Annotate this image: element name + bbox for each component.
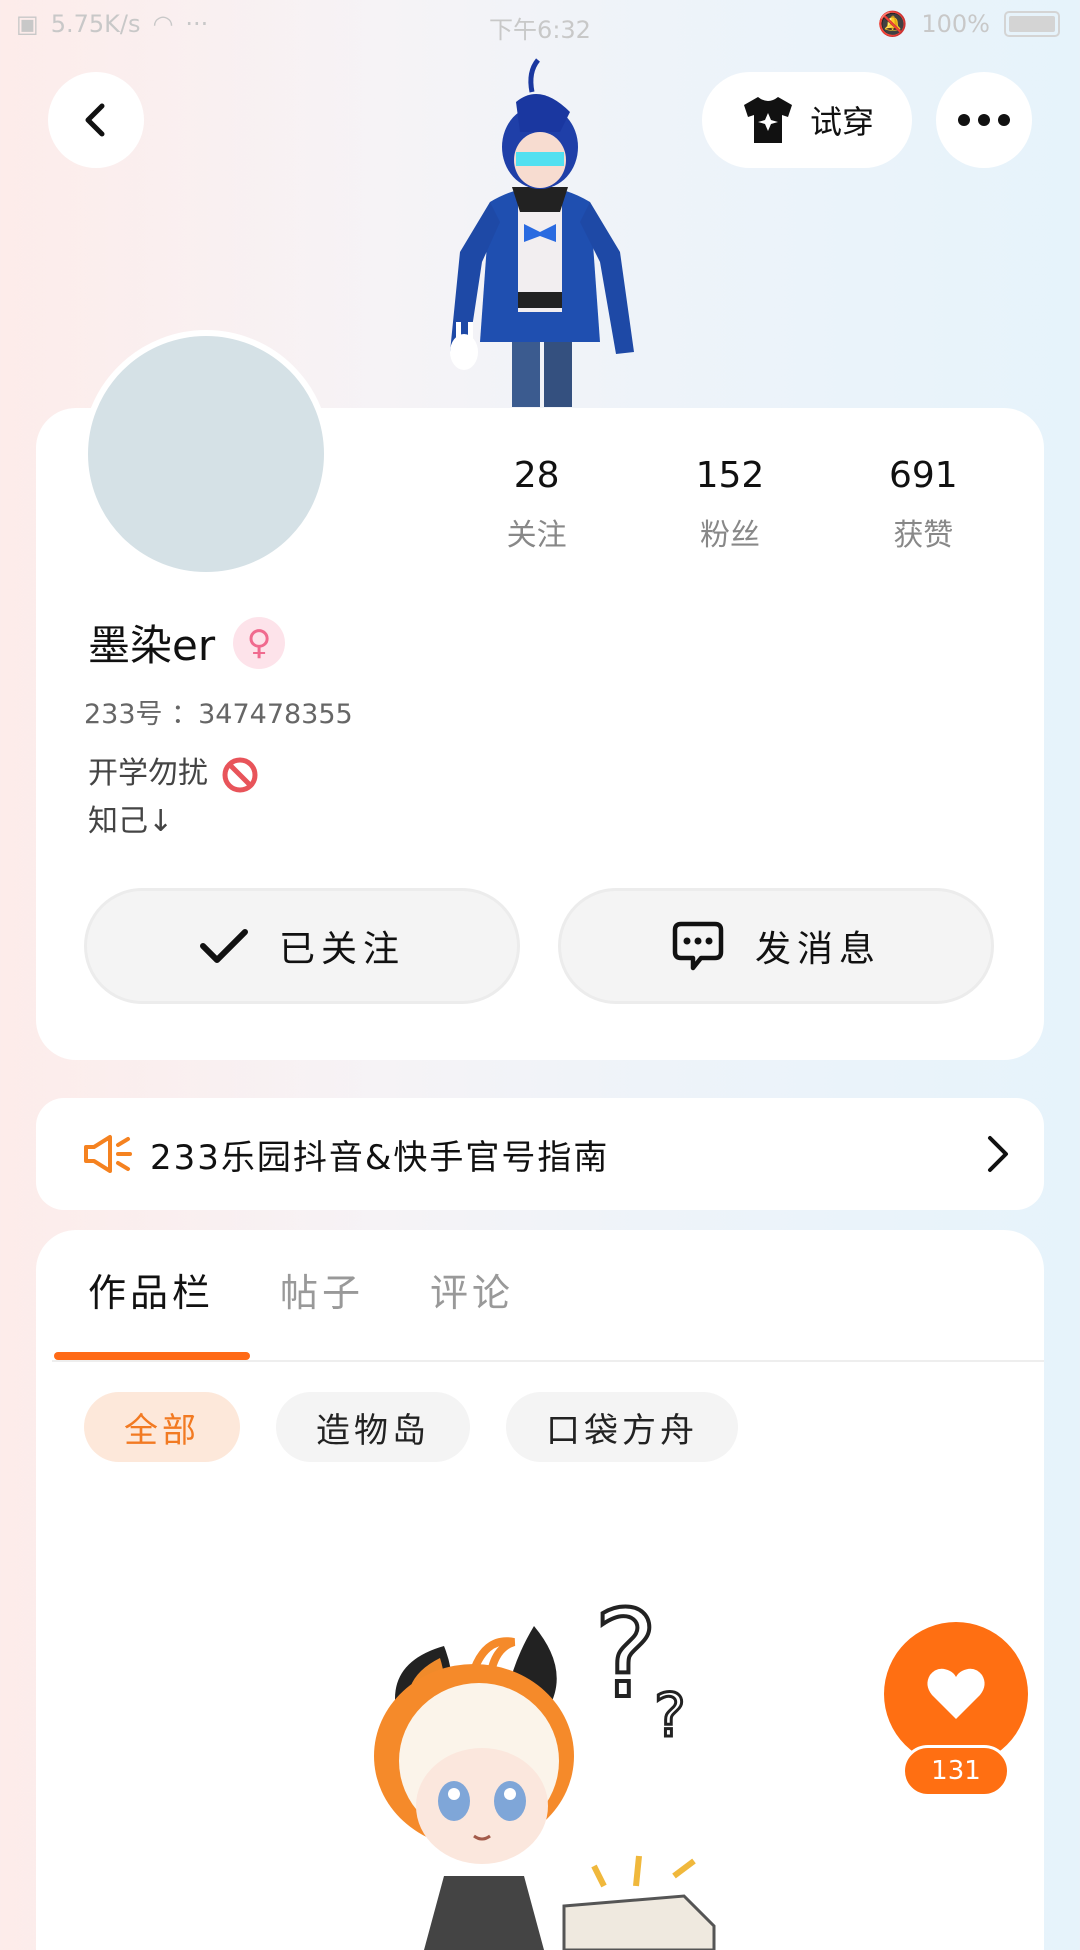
announcement-bar[interactable]: 233乐园抖音&快手官号指南 bbox=[36, 1098, 1044, 1210]
tshirt-icon bbox=[743, 97, 792, 143]
heart-icon bbox=[927, 1668, 985, 1719]
filter-all[interactable]: 全部 bbox=[84, 1392, 240, 1462]
bio-line-1: 开学勿扰 bbox=[88, 756, 208, 791]
filter-pocket-ark[interactable]: 口袋方舟 bbox=[506, 1392, 738, 1462]
no-entry-icon bbox=[222, 757, 258, 792]
chevron-right-icon bbox=[988, 1136, 1008, 1172]
followers-count: 152 bbox=[695, 455, 765, 496]
tab-works[interactable]: 作品栏 bbox=[88, 1262, 214, 1317]
profile-stats: 28 关注 152 粉丝 691 获赞 bbox=[440, 455, 1020, 554]
username: 墨染er bbox=[88, 621, 216, 670]
bio: 开学勿扰 知己↓ bbox=[88, 750, 258, 846]
megaphone-icon bbox=[84, 1135, 132, 1173]
followed-button[interactable]: 已关注 bbox=[84, 888, 520, 1004]
following-count: 28 bbox=[513, 455, 560, 496]
try-on-button[interactable]: 试穿 bbox=[702, 72, 912, 168]
tab-comments[interactable]: 评论 bbox=[430, 1262, 514, 1317]
more-options-button[interactable] bbox=[936, 72, 1032, 168]
chat-bubble-icon bbox=[672, 921, 724, 971]
battery-icon bbox=[1004, 11, 1060, 37]
send-message-label: 发消息 bbox=[754, 929, 881, 970]
following-stat[interactable]: 28 关注 bbox=[440, 455, 633, 554]
empty-state-illustration: ? ? bbox=[374, 1586, 716, 1950]
likes-label: 获赞 bbox=[893, 518, 954, 553]
try-on-label: 试穿 bbox=[809, 103, 874, 141]
bio-line-2: 知己↓ bbox=[88, 804, 174, 839]
filter-creation-island[interactable]: 造物岛 bbox=[276, 1392, 470, 1462]
avatar[interactable] bbox=[82, 330, 330, 578]
followers-label: 粉丝 bbox=[699, 518, 760, 553]
likes-stat[interactable]: 691 获赞 bbox=[827, 455, 1020, 554]
user-id[interactable]: 233号 ：347478355 bbox=[84, 692, 353, 731]
filter-chips: 全部 造物岛 口袋方舟 bbox=[84, 1392, 738, 1462]
active-tab-indicator bbox=[54, 1352, 250, 1360]
svg-text:?: ? bbox=[654, 1681, 686, 1751]
status-bar: ▣ 5.75K/s ◠ ··· 下午6:32 🔕 100% bbox=[0, 0, 1080, 52]
followers-stat[interactable]: 152 粉丝 bbox=[633, 455, 826, 554]
tab-divider bbox=[52, 1360, 1044, 1362]
send-message-button[interactable]: 发消息 bbox=[558, 888, 994, 1004]
back-button[interactable] bbox=[48, 72, 144, 168]
tab-posts[interactable]: 帖子 bbox=[280, 1262, 364, 1317]
checkmark-icon bbox=[199, 929, 248, 963]
announcement-text: 233乐园抖音&快手官号指南 bbox=[150, 1137, 610, 1178]
following-label: 关注 bbox=[506, 518, 567, 553]
chevron-left-icon bbox=[85, 103, 105, 137]
content-tabs: 作品栏 帖子 评论 bbox=[88, 1262, 514, 1317]
mute-bell-icon: 🔕 bbox=[877, 10, 908, 38]
female-gender-icon: ♀ bbox=[233, 616, 286, 669]
svg-text:?: ? bbox=[594, 1586, 658, 1725]
followed-label: 已关注 bbox=[278, 929, 405, 970]
battery-percent: 100% bbox=[921, 10, 990, 38]
like-count-badge: 131 bbox=[902, 1745, 1010, 1797]
works-panel: 作品栏 帖子 评论 全部 造物岛 口袋方舟 ? ? bbox=[36, 1230, 1044, 1950]
character-avatar-figure[interactable] bbox=[420, 52, 660, 407]
username-row: 墨染er ♀ bbox=[88, 612, 286, 673]
likes-count: 691 bbox=[888, 455, 958, 496]
more-dots-icon bbox=[958, 114, 1010, 126]
